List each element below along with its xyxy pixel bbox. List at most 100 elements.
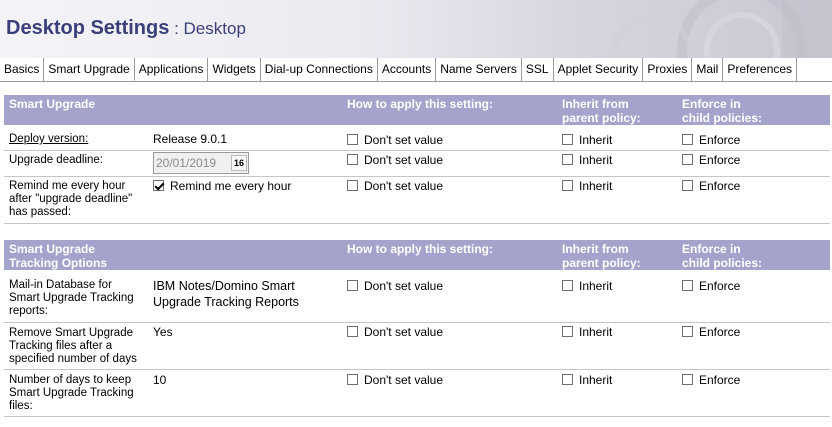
tab-smart-upgrade[interactable]: Smart Upgrade bbox=[44, 58, 135, 81]
inherit-checkbox[interactable] bbox=[562, 180, 573, 191]
tab-mail[interactable]: Mail bbox=[692, 58, 724, 81]
column-header-inherit-line1: Inherit from bbox=[562, 242, 629, 256]
remind-label-line2: after "upgrade deadline" bbox=[9, 193, 133, 205]
inherit-label: Inherit bbox=[579, 373, 613, 387]
column-header-inherit-line1: Inherit from bbox=[562, 97, 629, 111]
tab-proxies[interactable]: Proxies bbox=[643, 58, 693, 81]
dont-set-value-checkbox[interactable] bbox=[347, 134, 358, 145]
mail-in-value-line1: IBM Notes/Domino Smart bbox=[153, 279, 295, 293]
inherit-option[interactable]: Inherit bbox=[562, 325, 612, 339]
tab-applications[interactable]: Applications bbox=[135, 58, 209, 81]
mail-in-label-line2: Smart Upgrade Tracking bbox=[9, 292, 134, 304]
enforce-option[interactable]: Enforce bbox=[682, 153, 740, 167]
dont-set-value-option[interactable]: Don't set value bbox=[347, 373, 443, 387]
inherit-option[interactable]: Inherit bbox=[562, 279, 612, 293]
tab-name-servers[interactable]: Name Servers bbox=[436, 58, 522, 81]
enforce-label: Enforce bbox=[699, 133, 741, 147]
inherit-option[interactable]: Inherit bbox=[562, 179, 612, 193]
setting-row-remind-every-hour: Remind me every hour after "upgrade dead… bbox=[4, 177, 830, 224]
column-header-enforce-line2: child policies: bbox=[682, 111, 763, 125]
column-header-apply: How to apply this setting: bbox=[347, 242, 493, 256]
inherit-checkbox[interactable] bbox=[562, 134, 573, 145]
tab-accounts[interactable]: Accounts bbox=[378, 58, 437, 81]
dont-set-value-option[interactable]: Don't set value bbox=[347, 179, 443, 193]
dont-set-value-label: Don't set value bbox=[364, 133, 444, 147]
tab-bar: Basics Smart Upgrade Applications Widgets Di… bbox=[0, 58, 832, 82]
enforce-label: Enforce bbox=[699, 179, 741, 193]
section-title-line2: Tracking Options bbox=[9, 256, 108, 270]
enforce-label: Enforce bbox=[699, 373, 741, 387]
dont-set-value-option[interactable]: Don't set value bbox=[347, 153, 443, 167]
enforce-option[interactable]: Enforce bbox=[682, 179, 740, 193]
dont-set-value-checkbox[interactable] bbox=[347, 154, 358, 165]
dont-set-value-checkbox[interactable] bbox=[347, 326, 358, 337]
days-to-keep-label: Number of days to keep Smart Upgrade Tra… bbox=[9, 374, 134, 413]
enforce-checkbox[interactable] bbox=[682, 326, 693, 337]
enforce-label: Enforce bbox=[699, 153, 741, 167]
enforce-checkbox[interactable] bbox=[682, 134, 693, 145]
days-label-line1: Number of days to keep bbox=[9, 374, 132, 386]
remind-every-hour-checkbox[interactable] bbox=[153, 180, 164, 191]
page-subtitle: Desktop bbox=[183, 19, 246, 38]
inherit-option[interactable]: Inherit bbox=[562, 153, 612, 167]
inherit-checkbox[interactable] bbox=[562, 154, 573, 165]
remove-label-line3: specified number of days bbox=[9, 353, 137, 365]
tab-widgets[interactable]: Widgets bbox=[208, 58, 261, 81]
enforce-option[interactable]: Enforce bbox=[682, 133, 740, 147]
enforce-option[interactable]: Enforce bbox=[682, 279, 740, 293]
tab-dial-up-connections[interactable]: Dial-up Connections bbox=[261, 58, 378, 81]
enforce-checkbox[interactable] bbox=[682, 154, 693, 165]
enforce-option[interactable]: Enforce bbox=[682, 325, 740, 339]
remind-every-hour-option[interactable]: Remind me every hour bbox=[153, 179, 291, 193]
upgrade-deadline-date-field[interactable]: 20/01/2019 16 bbox=[153, 152, 249, 174]
section-header-tracking-options: Smart Upgrade Tracking Options How to ap… bbox=[4, 240, 830, 270]
dont-set-value-option[interactable]: Don't set value bbox=[347, 133, 443, 147]
days-to-keep-value: 10 bbox=[153, 373, 167, 387]
deploy-version-value: Release 9.0.1 bbox=[153, 132, 228, 146]
section-header-smart-upgrade: Smart Upgrade How to apply this setting:… bbox=[4, 95, 830, 125]
inherit-option[interactable]: Inherit bbox=[562, 373, 612, 387]
inherit-option[interactable]: Inherit bbox=[562, 133, 612, 147]
tab-basics[interactable]: Basics bbox=[0, 58, 45, 81]
enforce-option[interactable]: Enforce bbox=[682, 373, 740, 387]
page-title-main: Desktop Settings bbox=[6, 17, 170, 39]
remove-label-line1: Remove Smart Upgrade bbox=[9, 327, 133, 339]
calendar-picker-button[interactable]: 16 bbox=[231, 155, 247, 171]
dont-set-value-label: Don't set value bbox=[364, 153, 444, 167]
column-header-enforce-line2: child policies: bbox=[682, 256, 763, 270]
mail-in-database-value: IBM Notes/Domino Smart Upgrade Tracking … bbox=[153, 278, 299, 310]
dont-set-value-label: Don't set value bbox=[364, 325, 444, 339]
tab-ssl[interactable]: SSL bbox=[522, 58, 554, 81]
dont-set-value-option[interactable]: Don't set value bbox=[347, 279, 443, 293]
enforce-checkbox[interactable] bbox=[682, 280, 693, 291]
inherit-checkbox[interactable] bbox=[562, 374, 573, 385]
setting-row-upgrade-deadline: Upgrade deadline: 20/01/2019 16 Don't se… bbox=[4, 151, 830, 177]
column-header-enforce: Enforce in child policies: bbox=[682, 97, 762, 125]
dont-set-value-checkbox[interactable] bbox=[347, 180, 358, 191]
column-header-apply: How to apply this setting: bbox=[347, 97, 493, 111]
tab-applet-security[interactable]: Applet Security bbox=[554, 58, 644, 81]
deploy-version-link[interactable]: Deploy version: bbox=[9, 133, 88, 146]
column-header-enforce-line1: Enforce in bbox=[682, 242, 741, 256]
upgrade-deadline-date-value: 20/01/2019 bbox=[156, 156, 217, 170]
inherit-label: Inherit bbox=[579, 325, 613, 339]
page-title: Desktop Settings : Desktop bbox=[6, 17, 246, 40]
remind-every-hour-value-label: Remind me every hour bbox=[170, 179, 292, 193]
setting-row-mail-in-database: Mail-in Database for Smart Upgrade Track… bbox=[4, 272, 830, 323]
column-header-inherit-line2: parent policy: bbox=[562, 256, 641, 270]
enforce-checkbox[interactable] bbox=[682, 374, 693, 385]
column-header-inherit: Inherit from parent policy: bbox=[562, 242, 641, 270]
dont-set-value-checkbox[interactable] bbox=[347, 374, 358, 385]
page-title-separator: : bbox=[169, 19, 184, 38]
remove-tracking-files-label: Remove Smart Upgrade Tracking files afte… bbox=[9, 327, 137, 366]
dont-set-value-checkbox[interactable] bbox=[347, 280, 358, 291]
tab-preferences[interactable]: Preferences bbox=[723, 58, 798, 81]
dont-set-value-label: Don't set value bbox=[364, 179, 444, 193]
enforce-checkbox[interactable] bbox=[682, 180, 693, 191]
inherit-checkbox[interactable] bbox=[562, 280, 573, 291]
remind-label-line3: has passed: bbox=[9, 206, 72, 218]
dont-set-value-option[interactable]: Don't set value bbox=[347, 325, 443, 339]
section-title: Smart Upgrade Tracking Options bbox=[9, 242, 107, 270]
upgrade-deadline-label: Upgrade deadline: bbox=[9, 154, 103, 166]
inherit-checkbox[interactable] bbox=[562, 326, 573, 337]
